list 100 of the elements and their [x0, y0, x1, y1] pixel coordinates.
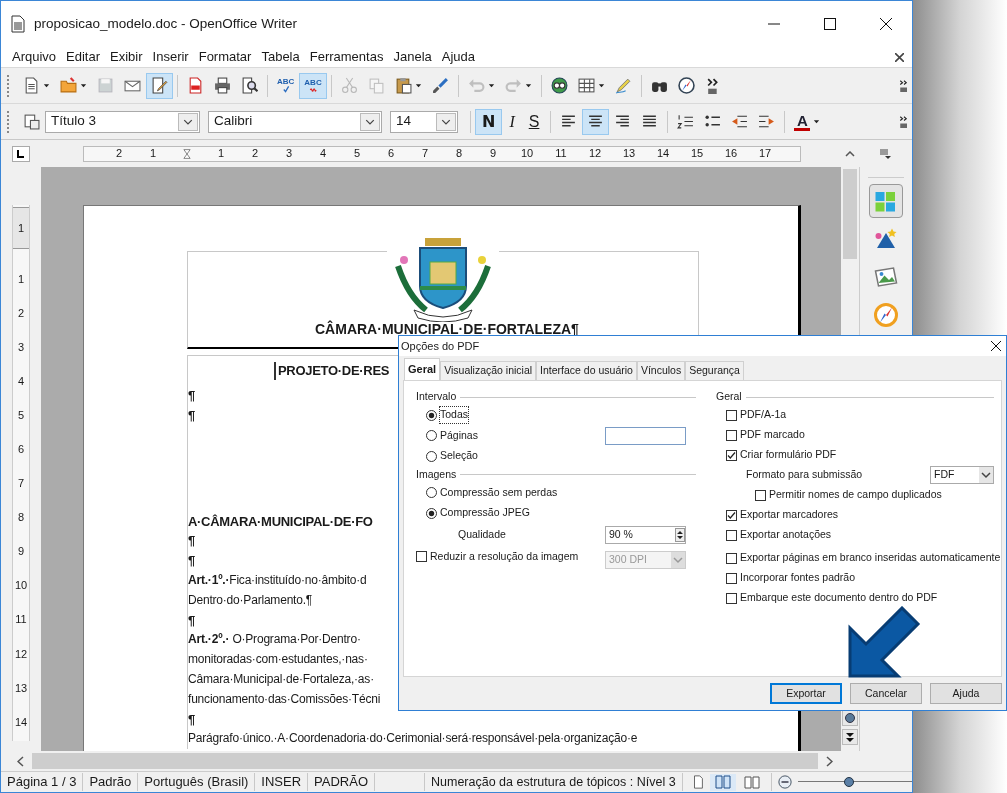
dialog-button[interactable]: Ajuda	[930, 683, 1002, 704]
scroll-left-icon[interactable]	[17, 755, 24, 767]
radio-option[interactable]: Todas	[426, 407, 469, 424]
view-layout-button[interactable]	[709, 773, 736, 791]
pen-icon	[614, 77, 632, 94]
radio-button[interactable]	[426, 409, 437, 421]
menu-item[interactable]: Janela	[388, 47, 437, 67]
dropdown-field[interactable]: 14	[390, 110, 458, 133]
checkbox[interactable]	[726, 409, 737, 421]
autospell-button[interactable]: ABC	[299, 72, 327, 99]
dialog-button[interactable]: Exportar	[770, 683, 842, 704]
checkbox-option[interactable]: Embarque este documento dentro do PDF	[726, 590, 938, 606]
bold-button[interactable]: N	[475, 108, 503, 135]
spinner-arrows-icon[interactable]	[675, 528, 685, 542]
indent-marker-icon[interactable]	[182, 146, 192, 161]
scroll-right-icon[interactable]	[826, 755, 833, 767]
tab[interactable]: Vínculos	[636, 361, 686, 380]
tab-stop-icon[interactable]	[12, 145, 30, 162]
radio-button[interactable]	[426, 450, 437, 462]
indent-icon	[758, 113, 776, 130]
zoom-slider[interactable]	[797, 775, 912, 789]
checkbox[interactable]	[726, 449, 737, 461]
menu-item[interactable]: Inserir	[147, 47, 194, 67]
checkbox[interactable]	[726, 509, 737, 521]
scrollbar-thumb[interactable]	[32, 753, 818, 769]
horizontal-ruler[interactable]: 2 1 1 2 3 4 5 6 7 8 9 10 11 12 13 14 15 16 17	[83, 145, 801, 162]
menu-item[interactable]: Ajuda	[436, 47, 480, 67]
menu-item[interactable]: Formatar	[193, 47, 257, 67]
dropdown-field[interactable]: Calibri	[208, 110, 382, 133]
checkbox[interactable]	[726, 552, 737, 564]
ruler-number: 7	[420, 148, 430, 159]
radio-button[interactable]	[426, 487, 437, 499]
document-text: Câmara·Municipal·de·Fortaleza,·as·	[188, 670, 374, 688]
fontcolor-button[interactable]: A	[789, 108, 826, 135]
checkbox[interactable]	[755, 489, 766, 501]
tab[interactable]: Interface do usuário	[536, 361, 637, 380]
close-icon[interactable]	[880, 18, 892, 30]
spin-field[interactable]: 90 %	[605, 526, 686, 544]
checkbox-option[interactable]: Exportar páginas em branco inseridas automaticamente	[726, 550, 1001, 566]
checkbox-option[interactable]: PDF/A-1a	[726, 407, 787, 423]
document-text: funcionamento·das·Comissões·Técni	[188, 690, 381, 708]
menu-item[interactable]: Arquivo	[7, 47, 62, 67]
align-center-button[interactable]	[582, 108, 610, 135]
checkbox-option[interactable]: Exportar marcadores	[726, 507, 839, 523]
close-icon[interactable]	[991, 341, 1001, 351]
checkbox-option[interactable]: Exportar anotações	[726, 527, 832, 543]
ruler-number: 7	[17, 478, 25, 490]
menu-item[interactable]: Ferramentas	[304, 47, 389, 67]
ruler-number: 14	[14, 716, 28, 728]
menu-item[interactable]: Exibir	[105, 47, 148, 67]
checkbox[interactable]	[416, 551, 427, 562]
scrollbar-thumb[interactable]	[843, 169, 857, 259]
close-icon[interactable]	[895, 52, 904, 62]
slider-thumb[interactable]	[844, 777, 855, 787]
paragraph-mark: ¶	[188, 532, 196, 551]
menu-item[interactable]: Tabela	[256, 47, 305, 67]
tab[interactable]: Visualização inicial	[440, 361, 537, 380]
dropdown-field[interactable]: Título 3	[45, 110, 200, 133]
zoom-out-icon[interactable]	[777, 775, 792, 789]
italic-button[interactable]: I	[502, 108, 522, 135]
radio-button[interactable]	[426, 430, 437, 442]
checkbox-option[interactable]: Permitir nomes de campo duplicados	[755, 487, 942, 503]
chevron-down-icon	[671, 551, 685, 568]
caret-icon	[813, 118, 821, 125]
radio-option[interactable]: Compressão JPEG	[426, 505, 530, 522]
checkbox[interactable]	[726, 592, 737, 604]
checkbox-option[interactable]: Reduzir a resolução da imagem	[416, 548, 579, 565]
vertical-ruler[interactable]: 1 1 2 3 4 5 6 7 8 9 10 11 12 13 14	[12, 205, 30, 741]
floppy-icon	[97, 77, 114, 94]
radio-option[interactable]: Seleção	[426, 448, 478, 465]
checkbox[interactable]	[726, 429, 737, 441]
document-text: Art.·1º.·Fica·instituído·no·âmbito·d	[188, 572, 367, 589]
tab[interactable]: Segurança	[685, 361, 744, 380]
checkbox[interactable]	[726, 572, 737, 584]
menu-item[interactable]: Editar	[61, 47, 106, 67]
radio-option[interactable]: Páginas	[426, 427, 478, 444]
ruler-number: 15	[689, 148, 705, 159]
checkbox-option[interactable]: Incorporar fontes padrão	[726, 570, 855, 586]
double-chevron-down-icon[interactable]	[842, 729, 858, 745]
paragraph-mark: ¶	[188, 387, 196, 405]
ruler-number: 3	[284, 148, 294, 159]
checkbox-option[interactable]: Criar formulário PDF	[726, 447, 837, 463]
menu-icon[interactable]	[879, 148, 891, 159]
edit-button[interactable]	[146, 72, 173, 99]
ruler-number: 4	[17, 375, 25, 387]
radio-button[interactable]	[426, 507, 437, 519]
spell-button[interactable]: ABC	[272, 72, 300, 99]
tab[interactable]: Geral	[404, 358, 441, 380]
scroll-up-icon[interactable]	[845, 150, 855, 157]
scissors-icon	[340, 77, 358, 94]
dialog-button[interactable]: Cancelar	[850, 683, 922, 704]
radio-option[interactable]: Compressão sem perdas	[426, 484, 558, 501]
underline-button[interactable]: S	[521, 108, 547, 135]
ruler-number: 8	[17, 512, 25, 524]
input-field[interactable]	[605, 426, 686, 445]
checkbox-option[interactable]: PDF marcado	[726, 427, 805, 443]
ruler-number: 2	[250, 148, 260, 159]
maximize-icon[interactable]	[824, 18, 836, 30]
dropdown-field[interactable]: FDF	[930, 466, 994, 484]
checkbox[interactable]	[726, 529, 737, 541]
